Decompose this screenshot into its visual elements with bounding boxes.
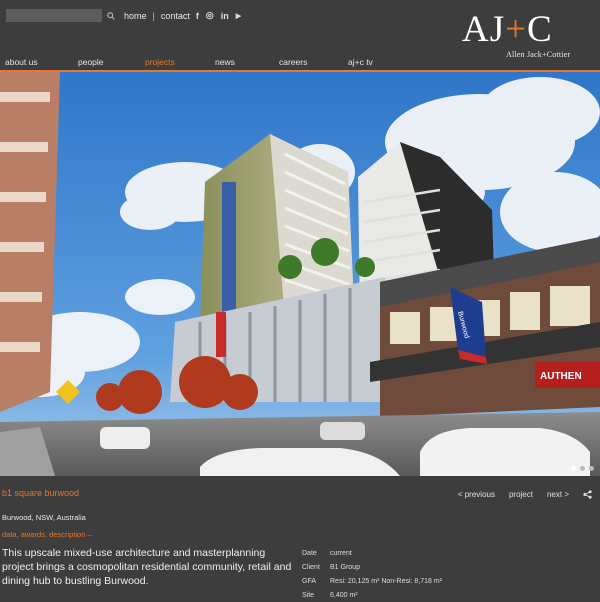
instagram-icon[interactable]: ◎ <box>206 10 214 21</box>
meta-key: GFA <box>302 577 317 585</box>
previous-project-link[interactable]: < previous <box>458 490 495 499</box>
nav-item-careers[interactable]: careers <box>279 57 307 67</box>
nav-item-aj-c-tv[interactable]: aj+c tv <box>348 57 373 67</box>
home-link[interactable]: home <box>124 11 147 21</box>
meta-key: Client <box>302 563 320 571</box>
linkedin-icon[interactable]: in <box>221 11 229 21</box>
project-rendering: AUTHEN Burwood <box>0 72 600 476</box>
hero-image: AUTHEN Burwood <box>0 72 600 476</box>
social-links: f ◎ in ▶ <box>196 10 241 21</box>
shop-sign: AUTHEN <box>540 371 582 382</box>
meta-value: Resi: 20,125 m² Non-Resi: 8,718 m² <box>330 577 443 585</box>
search-input[interactable] <box>6 9 102 22</box>
main-nav: about us people projects news careers aj… <box>0 57 600 71</box>
meta-key: Date <box>302 549 317 557</box>
nav-item-projects[interactable]: projects <box>145 57 175 67</box>
meta-value: 6,400 m² <box>330 591 358 599</box>
meta-value: B1 Group <box>330 563 360 571</box>
top-links: home | contact f ◎ in ▶ <box>124 10 241 21</box>
logo-mark: AJ+C <box>462 9 553 50</box>
meta-row: GFA Resi: 20,125 m² Non-Resi: 8,718 m² <box>302 574 442 588</box>
slide-indicators <box>571 466 594 471</box>
site-header: home | contact f ◎ in ▶ AJ+C Allen Jack+… <box>0 0 600 72</box>
meta-row: Client B1 Group <box>302 560 442 574</box>
meta-row: Date current <box>302 546 442 560</box>
slide-dot[interactable] <box>589 466 594 471</box>
project-location: Burwood, NSW, Australia <box>2 513 86 522</box>
meta-value: current <box>330 549 352 557</box>
nav-item-people[interactable]: people <box>78 57 104 67</box>
slide-dot[interactable] <box>571 466 576 471</box>
projects-link[interactable]: project <box>509 490 533 499</box>
project-title: b1 square burwood <box>2 488 80 498</box>
search-icon <box>107 11 115 20</box>
link-separator: | <box>152 10 155 21</box>
slide-dot[interactable] <box>580 466 585 471</box>
contact-link[interactable]: contact <box>161 11 190 21</box>
project-meta: Date current Client B1 Group GFA Resi: 20,1… <box>302 546 442 602</box>
meta-key: Site <box>302 591 315 599</box>
search-button[interactable] <box>105 9 117 22</box>
project-info-toggle[interactable]: data, awards, description – <box>2 530 92 539</box>
nav-item-about-us[interactable]: about us <box>5 57 38 67</box>
project-bar: b1 square burwood < previous project nex… <box>0 476 600 509</box>
nav-item-news[interactable]: news <box>215 57 235 67</box>
project-details: Burwood, NSW, Australia data, awards, de… <box>0 509 600 600</box>
logo[interactable]: AJ+C Allen Jack+Cottier <box>462 10 594 60</box>
youtube-icon[interactable]: ▶ <box>236 12 241 20</box>
project-nav: < previous project next > <box>458 490 592 499</box>
share-icon[interactable] <box>583 490 592 499</box>
facebook-icon[interactable]: f <box>196 11 199 21</box>
next-project-link[interactable]: next > <box>547 490 569 499</box>
project-description: This upscale mixed-use architecture and … <box>2 547 292 587</box>
